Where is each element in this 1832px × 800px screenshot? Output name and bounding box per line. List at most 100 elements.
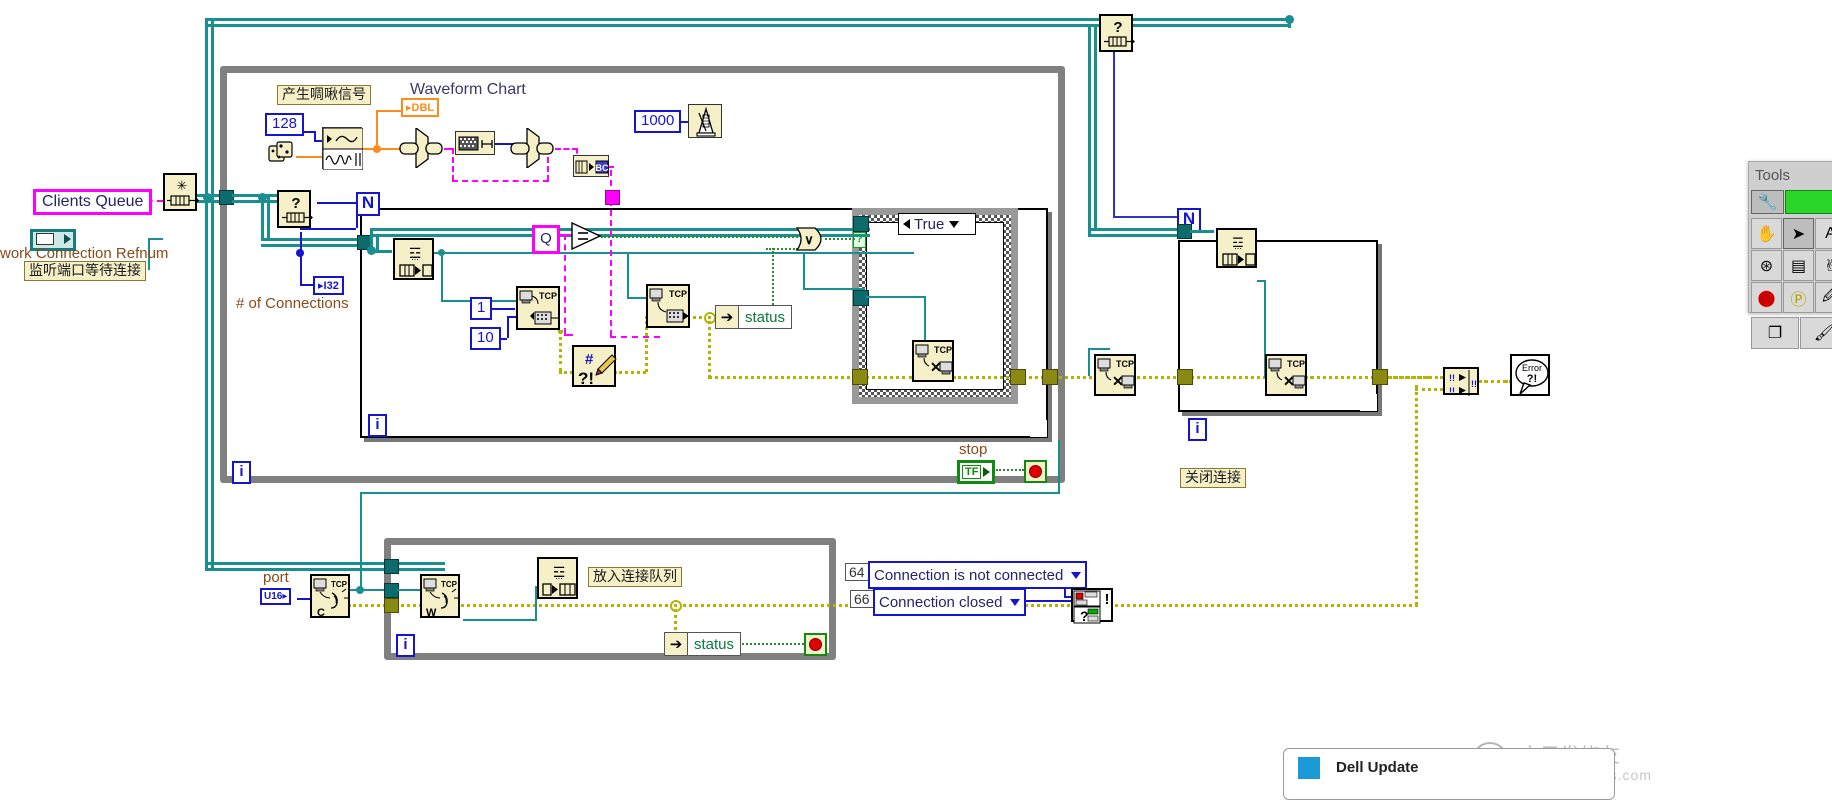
case-prev-arrow-icon[interactable] (903, 219, 910, 229)
wire-refnum-bottom-2 (205, 568, 445, 571)
listener-loop-condition-terminal[interactable] (804, 633, 827, 656)
merge-errors-node[interactable]: !! !! !! (1443, 367, 1479, 396)
operate-value-hand-icon[interactable]: ✋ (1751, 218, 1782, 249)
tools-palette[interactable]: Tools × 🔧 ✋ ➤ A ⊛ ▤ ✌ ⬤ Ⓟ 🖉 ❐ 🖌 (1748, 161, 1832, 349)
obtain-queue-node[interactable]: ✳ (163, 173, 199, 211)
wire-wait-listener-out (463, 619, 537, 621)
svg-text:?: ? (291, 195, 300, 212)
error-ring-66[interactable]: Connection closed (873, 588, 1027, 616)
svg-text:...: ... (411, 252, 419, 262)
wire-chirp-up (376, 110, 378, 148)
tcp-read-node[interactable]: TCP (646, 284, 690, 328)
number-to-string-icon: # ?! (578, 351, 617, 388)
dice-icon (268, 141, 293, 162)
svg-text:?: ? (1080, 608, 1089, 624)
num-connections-indicator[interactable]: ▸I32 (313, 276, 344, 295)
general-error-handler-node[interactable]: Error ?! (1510, 354, 1550, 396)
position-size-select-arrow-icon[interactable]: ➤ (1783, 218, 1814, 249)
svg-text:?!: ?! (1527, 373, 1537, 385)
tcp-create-listener-node[interactable]: TCP C (310, 574, 350, 619)
svg-text:∨: ∨ (804, 232, 814, 247)
wire-cluster-down-h (610, 336, 660, 338)
object-shortcut-menu-icon[interactable]: ▤ (1783, 250, 1814, 281)
chirp-generator-node[interactable] (322, 127, 364, 171)
set-color-brush-icon[interactable]: 🖌 (1800, 317, 1832, 349)
flatten-to-string-node[interactable]: BC (573, 155, 609, 177)
wire-q-dash-h (564, 334, 573, 336)
tcp-close-node-case[interactable]: TCP ✕ (912, 340, 954, 382)
waveform-chart-label: Waveform Chart (410, 81, 526, 98)
wire-junction-obtainq (203, 193, 212, 202)
index-array-node-right[interactable]: ☲ ... (1216, 228, 1257, 268)
wrench-icon[interactable]: 🔧 (1751, 190, 1784, 214)
wire-conn-refnum-to-case (803, 252, 805, 288)
flatten-to-string-icon: BC (575, 160, 609, 174)
dell-update-notification[interactable]: Dell Update (1283, 748, 1615, 800)
error-code-66-tag: 66 (850, 590, 874, 608)
bundle-node-1[interactable] (398, 126, 444, 170)
dequeue-element-node-outer[interactable]: ? (277, 190, 313, 228)
svg-text:TCP: TCP (934, 345, 952, 355)
queue-status-node[interactable]: Q (532, 225, 560, 254)
equal-comparison-node[interactable] (570, 221, 602, 251)
tools-palette-grid[interactable]: ✋ ➤ A ⊛ ▤ ✌ ⬤ Ⓟ 🖉 (1749, 216, 1832, 315)
stop-boolean-terminal[interactable]: TF (957, 460, 996, 484)
auto-tool-bar[interactable] (1785, 190, 1832, 214)
array-subset-node[interactable] (455, 131, 495, 155)
dequeue-element-node-top-right[interactable]: ? (1099, 14, 1135, 52)
bundle-node-2[interactable] (509, 126, 555, 170)
number-to-decimal-string-node[interactable]: # ?! (572, 345, 617, 388)
tcp-write-node[interactable]: TCP (516, 286, 560, 330)
connect-wire-spool-icon[interactable]: ⊛ (1751, 250, 1782, 281)
chevron-down-icon[interactable] (949, 220, 960, 228)
set-breakpoint-icon[interactable]: ⬤ (1751, 282, 1782, 313)
tcp-close-node-right-loop[interactable]: TCP ✕ (1265, 354, 1307, 396)
index-array-node-inner[interactable]: ☲ ... (393, 238, 434, 280)
clear-errors-node[interactable]: ! ? (1071, 588, 1113, 624)
samples-constant[interactable]: 128 (265, 113, 305, 136)
port-label: port (263, 569, 289, 586)
waveform-chart-terminal[interactable]: ▸DBL (401, 98, 440, 117)
wire-teal-bottom-feed-up (1058, 440, 1060, 492)
bytes-constant[interactable]: 1 (470, 297, 493, 320)
index-array-icon: ☲ ... (399, 246, 433, 277)
color-copy-icon[interactable]: ❐ (1751, 317, 1799, 349)
chirp-comment: 产生啁啾信号 (277, 85, 371, 106)
listen-comment: 监听端口等待连接 (24, 261, 146, 282)
timeout-constant[interactable]: 10 (470, 327, 501, 350)
wire-128-in (314, 140, 322, 142)
status-indicator-1[interactable]: ➔ status (715, 305, 793, 329)
svg-text:#: # (585, 351, 594, 368)
tcp-wait-on-listener-node[interactable]: TCP W (420, 574, 460, 619)
stop-loop-condition-terminal[interactable] (1024, 460, 1047, 483)
wire-chirp-to-chart (376, 110, 402, 112)
enqueue-element-node[interactable]: ☲ ... (537, 557, 578, 599)
port-constant[interactable]: U16▸ (260, 588, 292, 605)
wire-dice-out (296, 156, 322, 158)
probe-data-icon[interactable]: Ⓟ (1783, 282, 1814, 313)
random-number-node[interactable] (268, 141, 296, 167)
dbl-label: DBL (411, 102, 435, 114)
error-ring-64-text: Connection is not connected (874, 566, 1064, 584)
inner-for-loop-iteration-terminal: i (368, 414, 387, 437)
wire-numconn-to-n-v (356, 202, 358, 228)
chevron-down-icon-64[interactable] (1071, 571, 1082, 579)
svg-text:TCP: TCP (331, 580, 348, 589)
status-indicator-2[interactable]: ➔ status (664, 632, 742, 656)
edit-text-A-icon[interactable]: A (1815, 218, 1832, 249)
chevron-down-icon-66[interactable] (1010, 598, 1021, 606)
get-color-dropper-icon[interactable]: 🖉 (1815, 282, 1832, 313)
array-subset-icon (458, 136, 493, 151)
tunnel-bottom-error (384, 598, 399, 613)
tcp-close-node-outer[interactable]: TCP ✕ (1094, 354, 1136, 396)
wire-error-read-right (708, 376, 858, 379)
wait-constant[interactable]: 1000 (634, 110, 682, 133)
or-gate-node[interactable]: ∨ (795, 227, 831, 251)
error-ring-64[interactable]: Connection is not connected (868, 561, 1088, 589)
tcp-wait-listener-icon: TCP W (423, 578, 458, 619)
obtain-queue-icon: ✳ (167, 179, 199, 206)
scroll-window-hand-icon[interactable]: ✌ (1815, 250, 1832, 281)
stop-label: stop (959, 441, 988, 458)
case-selector-label[interactable]: True (898, 213, 976, 235)
wait-ms-node[interactable] (688, 104, 722, 138)
